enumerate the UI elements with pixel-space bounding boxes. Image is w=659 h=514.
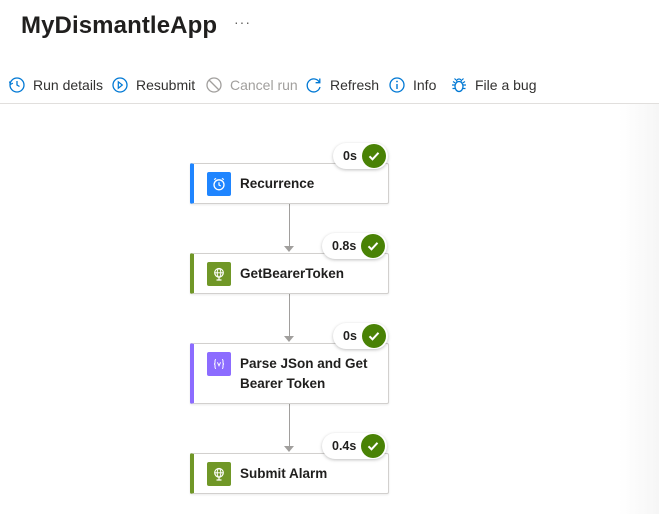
cancel-run-label: Cancel run (230, 77, 298, 93)
globe-icon (207, 261, 231, 286)
info-button[interactable]: Info (388, 74, 436, 96)
arrow-down-icon (284, 446, 294, 452)
action-label: GetBearerToken (240, 265, 345, 281)
command-bar: Run details Resubmit Cancel run Refresh … (0, 66, 659, 104)
action-label: Parse JSon and Get Bearer Token (240, 355, 368, 391)
clock-icon (207, 171, 231, 196)
file-bug-label: File a bug (475, 77, 537, 93)
resubmit-icon (112, 77, 128, 93)
status-badge: 0s (333, 323, 388, 349)
bug-icon (452, 78, 466, 93)
status-badge: 0s (333, 143, 388, 169)
header: MyDismantleApp ··· (0, 0, 659, 58)
checkmark-icon (361, 144, 386, 168)
globe-icon (207, 461, 231, 486)
arrow-down-icon (284, 336, 294, 342)
checkmark-icon (361, 434, 386, 458)
action-card-recurrence[interactable]: Recurrence (190, 163, 389, 204)
action-label: Submit Alarm (240, 465, 328, 481)
status-badge: 0.8s (322, 233, 388, 259)
refresh-button[interactable]: Refresh (305, 74, 379, 96)
resubmit-button[interactable]: Resubmit (111, 74, 195, 96)
action-label: Recurrence (240, 175, 315, 191)
more-options-button[interactable]: ··· (234, 14, 251, 30)
action-card-submit-alarm[interactable]: Submit Alarm (190, 453, 389, 494)
duration-text: 0.4s (332, 439, 357, 453)
variable-icon (207, 352, 231, 376)
checkmark-icon (361, 234, 386, 258)
connector-line (289, 404, 290, 446)
action-card-getbearertoken[interactable]: GetBearerToken (190, 253, 389, 294)
info-label: Info (413, 77, 437, 93)
connector-line (289, 294, 290, 336)
cancel-icon (206, 77, 222, 93)
page-title: MyDismantleApp (21, 12, 218, 39)
arrow-down-icon (284, 246, 294, 252)
cancel-run-button[interactable]: Cancel run (205, 74, 298, 96)
status-badge: 0.4s (322, 433, 388, 459)
checkmark-icon (361, 324, 386, 348)
connector-line (289, 204, 290, 246)
history-icon (8, 77, 25, 93)
resubmit-label: Resubmit (136, 77, 196, 93)
refresh-label: Refresh (330, 77, 380, 93)
duration-text: 0s (343, 149, 357, 163)
action-card-parse-json[interactable]: Parse JSon and Get Bearer Token (190, 343, 389, 404)
file-bug-button[interactable]: File a bug (450, 74, 536, 96)
info-icon (389, 77, 405, 93)
run-details-label: Run details (33, 77, 104, 93)
duration-text: 0s (343, 329, 357, 343)
canvas-edge-fade (619, 104, 659, 514)
refresh-icon (306, 78, 321, 93)
duration-text: 0.8s (332, 239, 357, 253)
run-details-button[interactable]: Run details (8, 74, 103, 96)
